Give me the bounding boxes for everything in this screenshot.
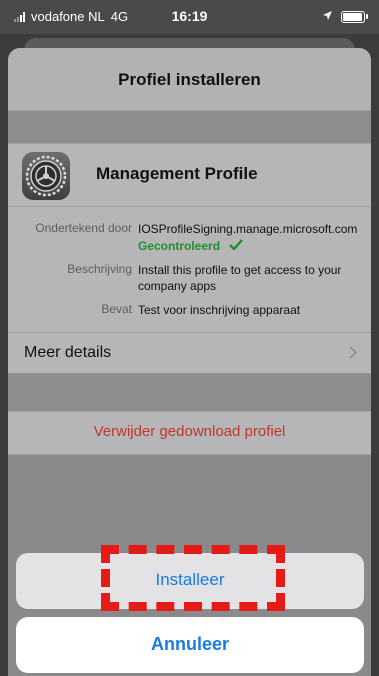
more-details-row[interactable]: Meer details xyxy=(8,332,371,373)
profile-card: Management Profile Ondertekend door IOSP… xyxy=(8,143,371,373)
signed-by-value: IOSProfileSigning.manage.microsoft.com xyxy=(138,222,358,236)
sheet-title: Profiel installeren xyxy=(118,70,261,89)
verified-status: Gecontroleerd xyxy=(138,238,361,254)
section-spacer xyxy=(8,373,371,411)
cancel-button[interactable]: Annuleer xyxy=(16,617,364,673)
profile-details: Ondertekend door IOSProfileSigning.manag… xyxy=(8,207,371,332)
status-right xyxy=(322,9,368,24)
description-value: Install this profile to get access to yo… xyxy=(138,263,342,293)
signed-by-label: Ondertekend door xyxy=(35,221,132,235)
detail-row-description: Beschrijving Install this profile to get… xyxy=(8,262,361,294)
detail-row-contains: Bevat Test voor inschrijving apparaat xyxy=(8,302,361,318)
remove-profile-row[interactable]: Verwijder gedownload profiel xyxy=(8,411,371,455)
description-label: Beschrijving xyxy=(67,262,132,276)
cancel-label: Annuleer xyxy=(150,634,229,654)
checkmark-icon xyxy=(229,238,244,254)
install-button[interactable]: Installeer xyxy=(16,553,364,609)
section-spacer xyxy=(8,111,371,143)
profile-name: Management Profile xyxy=(96,164,258,183)
location-arrow-icon xyxy=(322,9,333,24)
contains-label: Bevat xyxy=(101,302,132,316)
detail-row-signed-by: Ondertekend door IOSProfileSigning.manag… xyxy=(8,221,361,254)
verified-label: Gecontroleerd xyxy=(138,239,221,253)
sheet-header: Profiel installeren xyxy=(8,48,371,111)
status-bar: vodafone NL 4G 16:19 xyxy=(0,0,379,34)
remove-profile-button[interactable]: Verwijder gedownload profiel xyxy=(94,423,286,440)
install-label: Installeer xyxy=(155,570,225,589)
battery-icon xyxy=(341,10,368,23)
chevron-right-icon xyxy=(349,346,358,364)
settings-gear-icon xyxy=(22,152,70,200)
more-details-label: Meer details xyxy=(24,344,112,361)
profile-header: Management Profile xyxy=(8,144,371,207)
contains-value: Test voor inschrijving apparaat xyxy=(138,303,301,317)
